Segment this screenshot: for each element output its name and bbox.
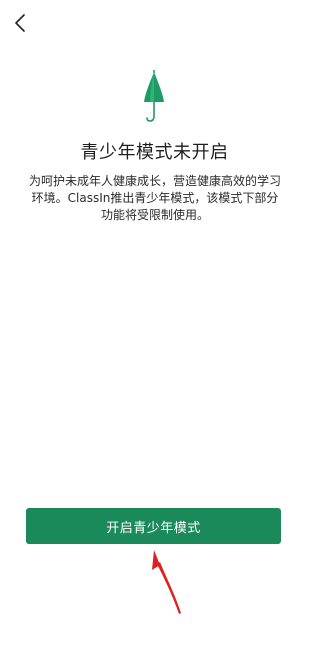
- enable-youth-mode-button[interactable]: 开启青少年模式: [26, 508, 281, 544]
- chevron-left-icon: [15, 14, 25, 32]
- mode-description: 为呵护未成年人健康成长，营造健康高效的学习环境。ClassIn推出青少年模式，该…: [28, 174, 281, 222]
- page-title: 青少年模式未开启: [80, 142, 229, 163]
- umbrella-icon: [144, 70, 164, 122]
- red-arrow-icon: [152, 550, 181, 614]
- back-button[interactable]: [10, 12, 30, 34]
